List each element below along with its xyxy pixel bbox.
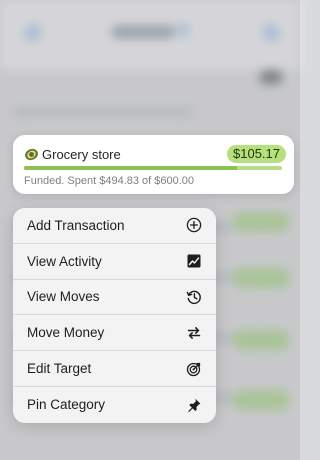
- spending-progress-fill: [24, 166, 237, 170]
- target-icon: [186, 361, 202, 377]
- spending-progress-bar: [24, 166, 282, 170]
- menu-item-label: View Moves: [27, 289, 100, 305]
- menu-item-label: Edit Target: [27, 361, 92, 377]
- menu-item-view-moves[interactable]: View Moves: [13, 280, 216, 316]
- category-name: Grocery store: [42, 146, 121, 162]
- category-card[interactable]: Grocery store $105.17 Funded. Spent $494…: [13, 135, 294, 194]
- context-menu: Add Transaction View Activity View Moves…: [13, 208, 216, 423]
- swap-arrows-icon: [186, 325, 202, 341]
- menu-item-label: Pin Category: [27, 397, 106, 413]
- menu-item-pin-category[interactable]: Pin Category: [13, 387, 216, 423]
- menu-item-edit-target[interactable]: Edit Target: [13, 351, 216, 387]
- category-header: Grocery store $105.17: [23, 145, 286, 163]
- menu-item-label: Add Transaction: [27, 217, 125, 233]
- menu-item-move-money[interactable]: Move Money: [13, 315, 216, 352]
- pin-icon: [186, 397, 202, 413]
- available-amount-badge: $105.17: [227, 145, 286, 163]
- avocado-icon: [23, 145, 40, 163]
- funding-status: Funded. Spent $494.83 of $600.00: [24, 175, 195, 187]
- activity-chart-icon: [186, 253, 202, 269]
- menu-item-label: Move Money: [27, 325, 105, 341]
- menu-item-view-activity[interactable]: View Activity: [13, 244, 216, 280]
- plus-circle-icon: [186, 217, 202, 233]
- menu-item-add-transaction[interactable]: Add Transaction: [13, 208, 216, 244]
- history-clock-icon: [186, 289, 202, 305]
- menu-item-label: View Activity: [27, 253, 102, 269]
